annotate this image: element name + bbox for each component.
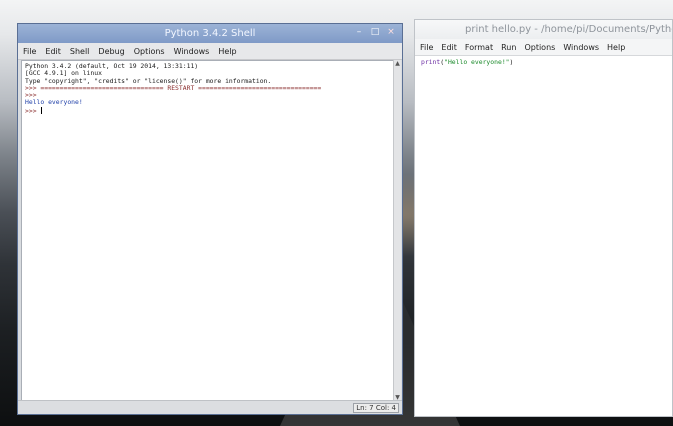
menu-shell[interactable]: Shell [70, 47, 90, 56]
shell-statusbar: Ln: 7 Col: 4 [18, 400, 402, 414]
code-line: print("Hello everyone!") [421, 58, 669, 66]
menu-file[interactable]: File [23, 47, 36, 56]
editor-menu-edit[interactable]: Edit [441, 43, 457, 52]
minimize-icon[interactable]: – [354, 26, 364, 38]
editor-menu-help[interactable]: Help [607, 43, 625, 52]
code-paren-close: ) [509, 58, 514, 66]
code-string: "Hello everyone!" [444, 58, 510, 66]
menu-options[interactable]: Options [134, 47, 165, 56]
close-icon[interactable]: × [386, 26, 396, 38]
scroll-up-arrow-icon[interactable]: ▲ [394, 60, 401, 67]
editor-menu-windows[interactable]: Windows [563, 43, 599, 52]
shell-line-restart: >>> ================================ RES… [25, 83, 322, 92]
window-controls: – □ × [354, 26, 396, 38]
editor-menu-format[interactable]: Format [465, 43, 493, 52]
shell-current-prompt: >>> [25, 106, 41, 115]
editor-title: print hello.py - /home/pi/Documents/Pyth… [465, 24, 672, 35]
maximize-icon[interactable]: □ [370, 26, 380, 38]
menu-debug[interactable]: Debug [98, 47, 124, 56]
menu-edit[interactable]: Edit [45, 47, 61, 56]
editor-menubar: File Edit Format Run Options Windows Hel… [415, 39, 672, 56]
text-cursor [41, 106, 43, 114]
editor-menu-run[interactable]: Run [501, 43, 516, 52]
shell-input-line[interactable]: >>> [25, 106, 392, 115]
menu-help[interactable]: Help [218, 47, 236, 56]
editor-menu-options[interactable]: Options [524, 43, 555, 52]
editor-menu-file[interactable]: File [420, 43, 433, 52]
code-builtin: print [421, 58, 441, 66]
menu-windows[interactable]: Windows [174, 47, 210, 56]
shell-titlebar[interactable]: Python 3.4.2 Shell – □ × [18, 24, 402, 43]
shell-title: Python 3.4.2 Shell [164, 28, 256, 39]
shell-scrollbar[interactable]: ▲ ▼ [393, 60, 401, 401]
shell-line-output: Hello everyone! [25, 98, 83, 107]
editor-window[interactable]: print hello.py - /home/pi/Documents/Pyth… [414, 19, 673, 417]
cursor-position-status: Ln: 7 Col: 4 [353, 403, 399, 413]
shell-menubar: File Edit Shell Debug Options Windows He… [18, 43, 402, 60]
python-shell-window[interactable]: Python 3.4.2 Shell – □ × File Edit Shell… [17, 23, 403, 415]
shell-output-area[interactable]: Python 3.4.2 (default, Oct 19 2014, 13:3… [21, 60, 396, 401]
editor-code-area[interactable]: print("Hello everyone!") [418, 57, 672, 416]
editor-titlebar[interactable]: print hello.py - /home/pi/Documents/Pyth… [415, 20, 672, 39]
